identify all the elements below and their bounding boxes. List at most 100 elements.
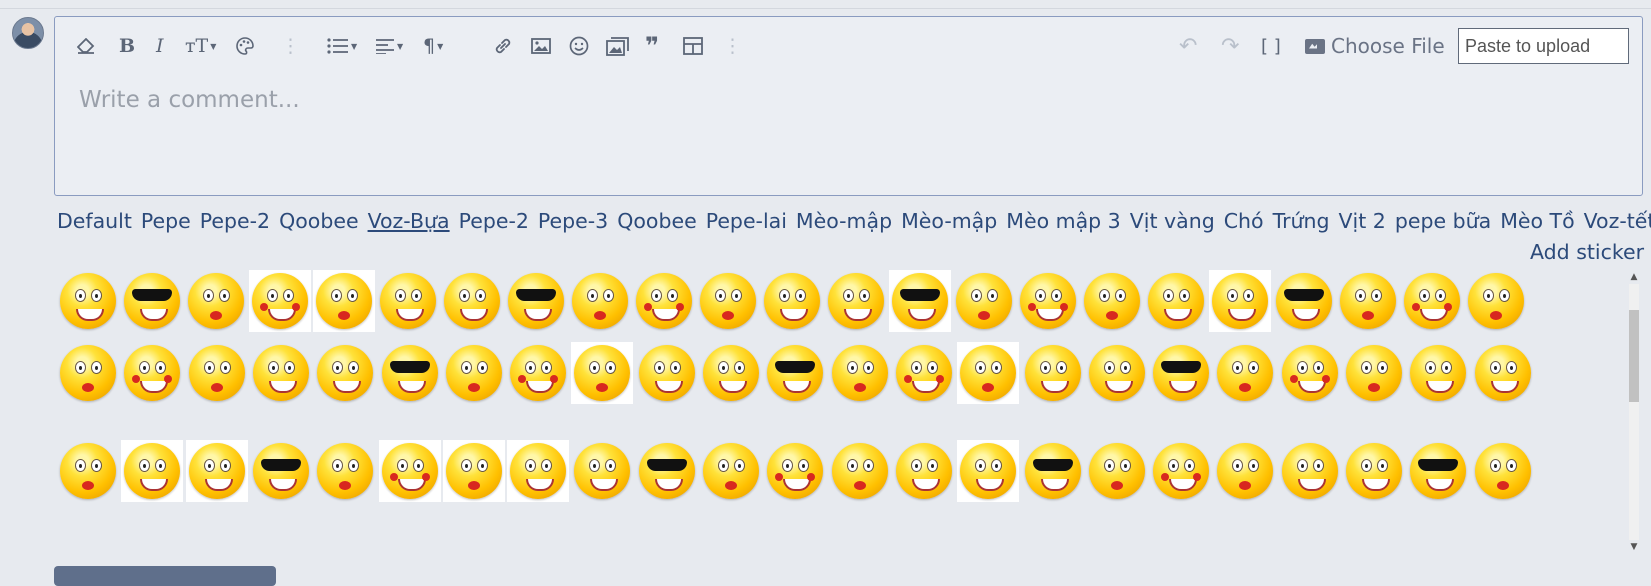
sticker-emoticon[interactable]: [1150, 342, 1212, 404]
sticker-emoticon[interactable]: [185, 270, 247, 332]
sticker-emoticon[interactable]: [1279, 342, 1341, 404]
sticker-tab[interactable]: Vịt vàng: [1130, 209, 1215, 233]
sticker-emoticon[interactable]: [121, 342, 183, 404]
image-icon[interactable]: [531, 31, 551, 61]
paste-to-upload-input[interactable]: [1458, 28, 1629, 64]
media-gallery-icon[interactable]: [606, 31, 630, 61]
sticker-emoticon[interactable]: [633, 270, 695, 332]
italic-icon[interactable]: I: [156, 31, 164, 61]
sticker-tab[interactable]: Pepe-3: [538, 209, 608, 233]
undo-icon[interactable]: ↶: [1179, 31, 1197, 61]
sticker-emoticon[interactable]: [825, 270, 887, 332]
sticker-emoticon[interactable]: [700, 342, 762, 404]
sticker-emoticon[interactable]: [1343, 440, 1405, 502]
sticker-emoticon[interactable]: [185, 440, 248, 502]
sticker-emoticon[interactable]: [571, 440, 633, 502]
sticker-emoticon[interactable]: [1022, 342, 1084, 404]
sticker-emoticon[interactable]: [57, 440, 119, 502]
sticker-emoticon[interactable]: [953, 270, 1015, 332]
quote-icon[interactable]: ❞: [645, 31, 659, 61]
bold-icon[interactable]: B: [119, 31, 135, 61]
sticker-tab[interactable]: Chó: [1224, 209, 1264, 233]
sticker-tab[interactable]: Qoobee: [617, 209, 696, 233]
choose-file-button[interactable]: Choose File: [1305, 31, 1445, 61]
more-vertical-icon[interactable]: ⋮: [281, 31, 300, 61]
sticker-emoticon[interactable]: [121, 440, 184, 502]
scroll-down-icon[interactable]: ▼: [1629, 542, 1639, 552]
palette-icon[interactable]: [235, 31, 255, 61]
link-icon[interactable]: [493, 31, 513, 61]
sticker-emoticon[interactable]: [636, 342, 698, 404]
comment-placeholder[interactable]: Write a comment...: [79, 87, 300, 113]
eraser-icon[interactable]: [77, 31, 95, 61]
sticker-emoticon[interactable]: [636, 440, 698, 502]
sticker-emoticon[interactable]: [57, 270, 119, 332]
sticker-tab[interactable]: Default: [57, 209, 132, 233]
sticker-emoticon[interactable]: [1081, 270, 1143, 332]
redo-icon[interactable]: ↷: [1221, 31, 1239, 61]
sticker-tab[interactable]: Pepe-2: [200, 209, 270, 233]
sticker-tab[interactable]: Mèo-mập: [901, 209, 997, 233]
sticker-emoticon[interactable]: [764, 440, 826, 502]
sticker-emoticon[interactable]: [1145, 270, 1207, 332]
sticker-emoticon[interactable]: [378, 440, 441, 502]
align-icon[interactable]: ▼: [375, 31, 403, 61]
sticker-emoticon[interactable]: [250, 342, 312, 404]
sticker-emoticon[interactable]: [379, 342, 441, 404]
sticker-emoticon[interactable]: [121, 270, 183, 332]
sticker-emoticon[interactable]: [1214, 440, 1276, 502]
sticker-emoticon[interactable]: [1086, 440, 1148, 502]
sticker-emoticon[interactable]: [1209, 270, 1271, 332]
list-icon[interactable]: ▼: [327, 31, 357, 61]
sticker-emoticon[interactable]: [1337, 270, 1399, 332]
sticker-emoticon[interactable]: [1214, 342, 1276, 404]
scroll-up-icon[interactable]: ▲: [1629, 272, 1639, 282]
sticker-emoticon[interactable]: [1343, 342, 1405, 404]
sticker-emoticon[interactable]: [377, 270, 439, 332]
sticker-emoticon[interactable]: [1017, 270, 1079, 332]
sticker-tab[interactable]: pepe bữa: [1395, 209, 1491, 233]
table-icon[interactable]: [683, 31, 703, 61]
sticker-emoticon[interactable]: [569, 270, 631, 332]
comment-editor[interactable]: B I тT ▼ ⋮ ▼ ▼ ¶ ▼ ❞ ⋮ ↶ ↷ [] Choose Fi…: [54, 16, 1643, 196]
sticker-emoticon[interactable]: [893, 342, 955, 404]
sticker-emoticon[interactable]: [764, 342, 826, 404]
sticker-emoticon[interactable]: [957, 342, 1020, 404]
sticker-emoticon[interactable]: [314, 440, 376, 502]
sticker-emoticon[interactable]: [313, 270, 375, 332]
user-avatar[interactable]: [12, 17, 44, 49]
sticker-emoticon[interactable]: [1472, 342, 1534, 404]
sticker-tab[interactable]: Voz-Bựa: [368, 209, 450, 233]
sticker-emoticon[interactable]: [1279, 440, 1341, 502]
sticker-tab[interactable]: Trứng: [1273, 209, 1330, 233]
sticker-tab[interactable]: Qoobee: [279, 209, 358, 233]
sticker-emoticon[interactable]: [700, 440, 762, 502]
sticker-emoticon[interactable]: [507, 342, 569, 404]
post-reply-button[interactable]: [54, 566, 276, 586]
add-sticker-link[interactable]: Add sticker: [1530, 240, 1644, 264]
scroll-thumb[interactable]: [1629, 310, 1639, 402]
sticker-tab[interactable]: Pepe-lai: [706, 209, 787, 233]
sticker-emoticon[interactable]: [1407, 440, 1469, 502]
sticker-emoticon[interactable]: [250, 440, 312, 502]
sticker-emoticon[interactable]: [442, 440, 505, 502]
paragraph-icon[interactable]: ¶ ▼: [423, 31, 443, 61]
sticker-scrollbar[interactable]: ▲ ▼: [1625, 272, 1643, 552]
sticker-emoticon[interactable]: [186, 342, 248, 404]
brackets-icon[interactable]: [ ]: [1261, 31, 1281, 61]
sticker-emoticon[interactable]: [1472, 440, 1534, 502]
more-vertical-icon[interactable]: ⋮: [723, 31, 742, 61]
sticker-emoticon[interactable]: [829, 440, 891, 502]
sticker-emoticon[interactable]: [314, 342, 376, 404]
sticker-emoticon[interactable]: [249, 270, 311, 332]
sticker-tab[interactable]: Mèo Tồ: [1500, 209, 1574, 233]
sticker-tab[interactable]: Vịt 2: [1339, 209, 1386, 233]
text-size-icon[interactable]: тT ▼: [185, 31, 216, 61]
sticker-emoticon[interactable]: [441, 270, 503, 332]
sticker-emoticon[interactable]: [1465, 270, 1527, 332]
sticker-emoticon[interactable]: [57, 342, 119, 404]
sticker-tab[interactable]: Voz-tết: [1584, 209, 1651, 233]
sticker-emoticon[interactable]: [505, 270, 567, 332]
sticker-emoticon[interactable]: [507, 440, 570, 502]
sticker-emoticon[interactable]: [1401, 270, 1463, 332]
